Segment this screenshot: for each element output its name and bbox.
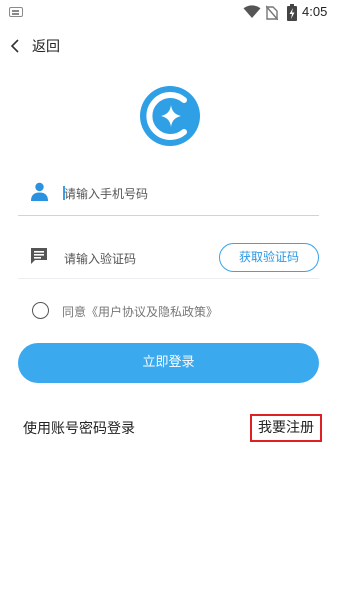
battery-charging-icon: [287, 4, 297, 21]
code-input[interactable]: [64, 249, 224, 269]
agreement-row[interactable]: 同意《用户协议及隐私政策》: [30, 300, 310, 322]
phone-field-row: [18, 172, 319, 216]
user-icon: [31, 182, 48, 201]
keyboard-icon: [9, 7, 23, 17]
back-label: 返回: [32, 39, 60, 55]
app-logo: [140, 86, 200, 146]
agreement-checkbox[interactable]: [32, 302, 49, 319]
login-button[interactable]: 立即登录: [18, 343, 319, 383]
no-sim-icon: [266, 5, 278, 20]
back-button[interactable]: 返回: [0, 30, 337, 62]
status-bar: 4:05: [0, 0, 337, 24]
wifi-icon: [243, 5, 261, 18]
phone-input[interactable]: [64, 184, 224, 204]
agreement-text[interactable]: 同意《用户协议及隐私政策》: [62, 303, 218, 320]
code-field-row: 获取验证码: [18, 237, 319, 279]
get-code-button[interactable]: 获取验证码: [219, 243, 319, 272]
chevron-left-icon: [10, 39, 19, 53]
password-login-link[interactable]: 使用账号密码登录: [23, 418, 135, 438]
status-time: 4:05: [302, 4, 328, 19]
register-link[interactable]: 我要注册: [250, 414, 322, 442]
message-icon: [31, 248, 47, 264]
